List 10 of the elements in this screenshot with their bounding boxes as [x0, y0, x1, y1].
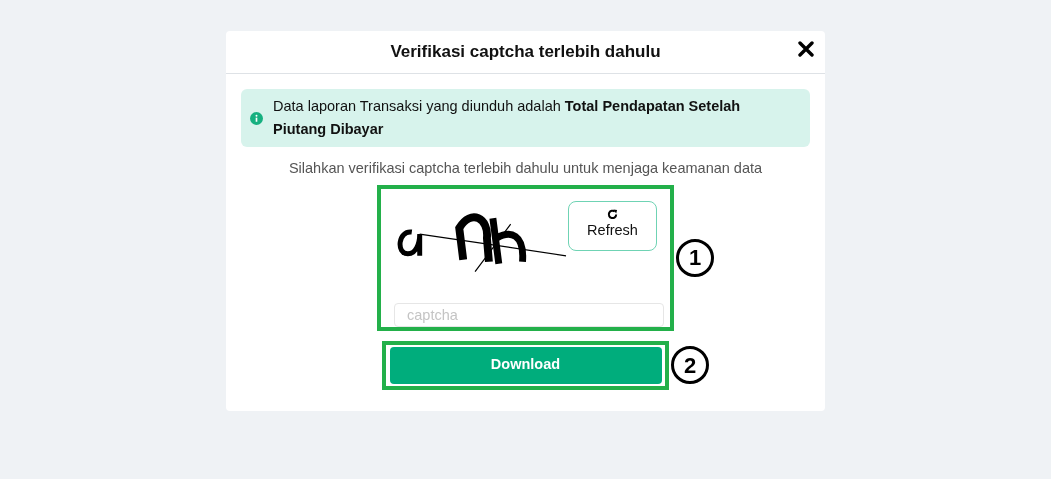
refresh-button[interactable]: Refresh [568, 200, 657, 251]
alert-text: Data laporan Transaksi yang diunduh adalah Total Pendapatan Setelah Piutang Dibayar [273, 97, 742, 139]
close-icon[interactable] [798, 41, 814, 57]
captcha-field[interactable]: captcha [394, 302, 664, 327]
dialog-title: Verifikasi captcha terlebih dahulu [390, 41, 661, 64]
instruction-text: Silahkan verifikasi captcha terlebih dahulu untuk menjaga keamanan data [288, 159, 763, 178]
annotation-number: 2 [671, 346, 709, 385]
info-icon [250, 111, 263, 125]
annotation-number: 1 [676, 238, 714, 277]
refresh-icon [607, 209, 618, 221]
